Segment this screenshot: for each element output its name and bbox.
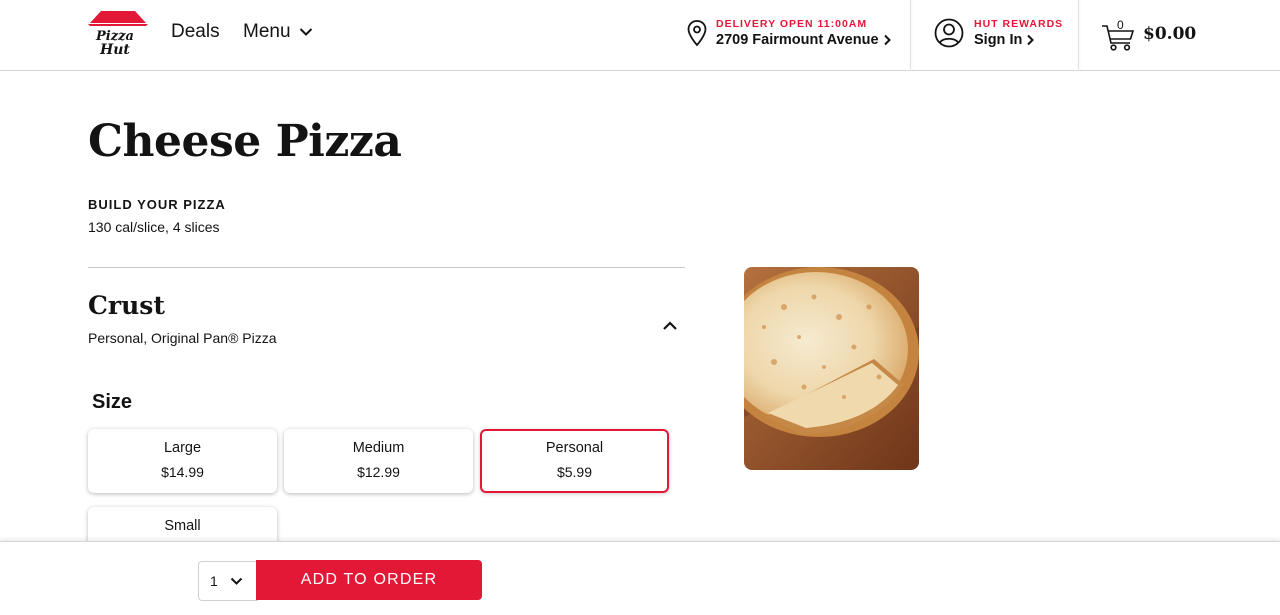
location-pin-icon — [687, 20, 707, 47]
site-header: Pizza Hut Deals Menu DELIVERY OPEN 11:00… — [0, 0, 1280, 71]
collapse-crust-button[interactable] — [660, 318, 680, 334]
chevron-right-icon — [1027, 34, 1035, 46]
chevron-right-icon — [883, 34, 891, 46]
crust-selection-summary: Personal, Original Pan® Pizza — [88, 330, 277, 346]
product-title: Cheese Pizza — [88, 116, 402, 167]
size-price: $12.99 — [357, 464, 400, 480]
size-name: Small — [164, 518, 201, 534]
svg-text:Hut: Hut — [99, 42, 130, 57]
order-bar: 1 ADD TO ORDER — [0, 541, 1280, 615]
pizza-hut-logo[interactable]: Pizza Hut — [87, 9, 149, 58]
delivery-address: 2709 Fairmount Avenue — [716, 32, 879, 48]
header-divider — [1078, 0, 1079, 71]
size-option-personal[interactable]: Personal $5.99 — [480, 429, 669, 493]
cart-total: $0.00 — [1143, 24, 1197, 44]
rewards-label: HUT REWARDS — [974, 18, 1064, 30]
size-option-large[interactable]: Large $14.99 — [88, 429, 277, 493]
hut-rewards-sign-in[interactable]: HUT REWARDS Sign In — [934, 18, 1063, 48]
chevron-down-icon — [230, 577, 243, 585]
nav-menu[interactable]: Menu — [243, 21, 313, 43]
delivery-status: DELIVERY OPEN 11:00AM — [716, 18, 868, 30]
size-name: Personal — [545, 440, 604, 456]
quantity-value: 1 — [210, 573, 218, 589]
size-section-title: Size — [92, 391, 133, 413]
size-name: Large — [163, 440, 202, 456]
nav-deals[interactable]: Deals — [171, 21, 220, 43]
size-option-medium[interactable]: Medium $12.99 — [284, 429, 473, 493]
user-account-icon — [934, 18, 964, 48]
crust-section-title: Crust — [88, 291, 165, 320]
cheese-pizza-image — [744, 267, 919, 470]
nav-menu-label: Menu — [243, 21, 291, 42]
cart-button[interactable]: 0 $0.00 — [1101, 16, 1196, 52]
cart-count: 0 — [1117, 18, 1124, 32]
calorie-info: 130 cal/slice, 4 slices — [88, 219, 220, 235]
chevron-up-icon — [663, 321, 677, 330]
sign-in-link: Sign In — [974, 32, 1023, 48]
header-divider — [910, 0, 911, 71]
size-name: Medium — [352, 440, 405, 456]
delivery-address-selector[interactable]: DELIVERY OPEN 11:00AM 2709 Fairmount Ave… — [686, 18, 891, 48]
quantity-select[interactable]: 1 — [198, 561, 258, 601]
add-to-order-button[interactable]: ADD TO ORDER — [256, 560, 482, 600]
size-price: $5.99 — [556, 464, 593, 480]
build-your-pizza-label: BUILD YOUR PIZZA — [88, 197, 226, 212]
size-price: $14.99 — [161, 464, 204, 480]
chevron-down-icon — [299, 28, 312, 36]
section-divider — [88, 267, 685, 268]
